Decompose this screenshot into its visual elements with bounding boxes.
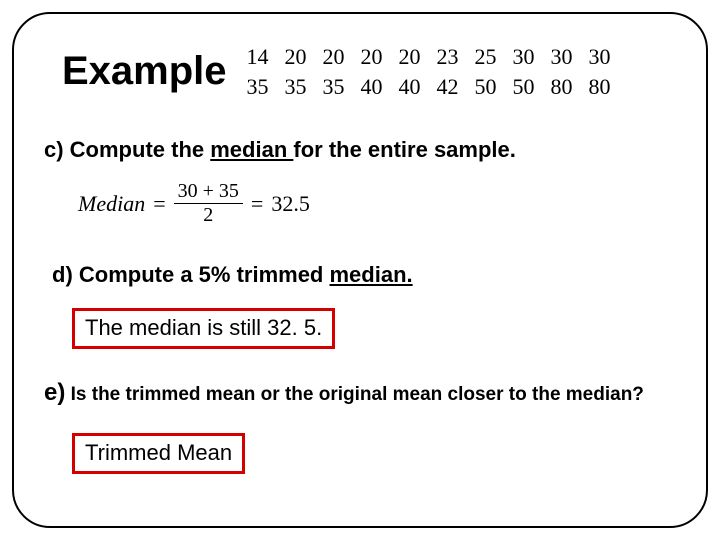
formula-numerator: 30 + 35 <box>174 181 243 204</box>
formula-denominator: 2 <box>203 204 213 226</box>
title-row: Example 14 20 20 20 20 23 25 30 30 30 35… <box>42 42 678 101</box>
question-c-underlined: median <box>210 137 293 162</box>
data-cell: 50 <box>511 72 537 102</box>
question-e-lead: e) <box>44 379 65 406</box>
data-cell: 20 <box>283 42 309 72</box>
answer-box-d: The median is still 32. 5. <box>72 308 335 349</box>
data-cell: 20 <box>359 42 385 72</box>
data-cell: 40 <box>397 72 423 102</box>
sample-data-table: 14 20 20 20 20 23 25 30 30 30 35 35 35 4… <box>245 42 613 101</box>
question-c-rest: for the entire sample. <box>293 137 516 162</box>
median-formula: Median = 30 + 35 2 = 32.5 <box>42 181 678 226</box>
data-cell: 20 <box>397 42 423 72</box>
data-cell: 30 <box>549 42 575 72</box>
table-row: 35 35 35 40 40 42 50 50 80 80 <box>245 72 613 102</box>
data-cell: 30 <box>587 42 613 72</box>
question-c: c) Compute the median for the entire sam… <box>42 137 678 163</box>
data-cell: 80 <box>549 72 575 102</box>
data-cell: 35 <box>283 72 309 102</box>
question-d-underlined: median. <box>329 262 412 287</box>
data-cell: 35 <box>245 72 271 102</box>
question-d-label: d) Compute a 5% trimmed <box>52 262 329 287</box>
slide-title: Example <box>62 49 227 94</box>
formula-result: 32.5 <box>271 191 310 217</box>
question-c-label: c) Compute the <box>44 137 210 162</box>
answer-box-e: Trimmed Mean <box>72 433 245 474</box>
formula-fraction: 30 + 35 2 <box>174 181 243 226</box>
data-cell: 25 <box>473 42 499 72</box>
question-e-text: Is the trimmed mean or the original mean… <box>65 384 644 405</box>
slide-frame: Example 14 20 20 20 20 23 25 30 30 30 35… <box>12 12 708 528</box>
question-d: d) Compute a 5% trimmed median. <box>42 262 678 288</box>
table-row: 14 20 20 20 20 23 25 30 30 30 <box>245 42 613 72</box>
data-cell: 23 <box>435 42 461 72</box>
data-cell: 20 <box>321 42 347 72</box>
data-cell: 42 <box>435 72 461 102</box>
data-cell: 35 <box>321 72 347 102</box>
question-e: e) Is the trimmed mean or the original m… <box>42 379 678 407</box>
data-cell: 14 <box>245 42 271 72</box>
formula-lhs: Median <box>78 191 145 217</box>
data-cell: 30 <box>511 42 537 72</box>
data-cell: 80 <box>587 72 613 102</box>
data-cell: 50 <box>473 72 499 102</box>
data-cell: 40 <box>359 72 385 102</box>
